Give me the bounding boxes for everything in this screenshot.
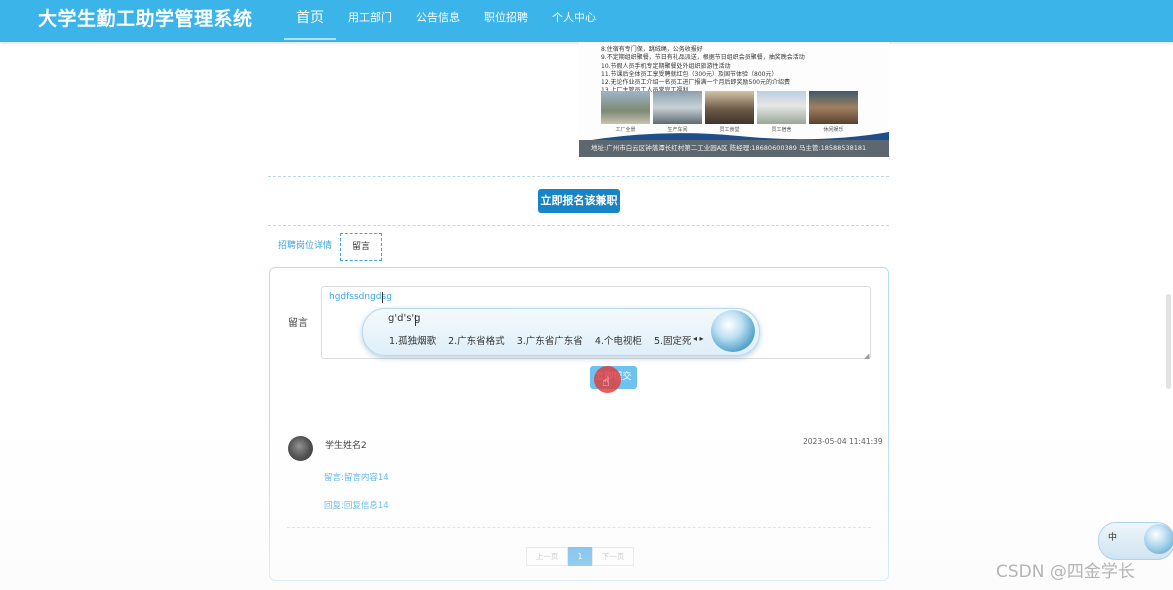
page-1-button[interactable]: 1: [568, 547, 592, 566]
comment-timestamp: 2023-05-04 11:41:39: [803, 437, 883, 446]
ime-candidate[interactable]: 5.固定死: [654, 336, 692, 347]
poster-captions: 工厂全景 生产车间 员工食堂 员工宿舍 休闲娱乐: [601, 126, 858, 133]
resize-handle-icon[interactable]: ◢: [864, 352, 869, 360]
site-title: 大学生勤工助学管理系统: [38, 8, 253, 30]
comment-message: 留言:留言内容14: [324, 473, 389, 483]
commenter-name: 学生姓名2: [325, 441, 367, 451]
pagination: 上一页 1 下一页: [526, 547, 634, 566]
ime-mode-label: 中: [1108, 533, 1118, 543]
nav-job-recruitment[interactable]: 职位招聘: [472, 0, 540, 40]
poster-photo-workshop: [653, 91, 702, 124]
poster-photo-canteen: [705, 91, 754, 124]
ime-candidate-window: [362, 308, 760, 356]
nav-departments[interactable]: 用工部门: [336, 0, 404, 40]
apply-now-button[interactable]: 立即报名该兼职: [538, 189, 620, 213]
main-nav: 首页 用工部门 公告信息 职位招聘 个人中心: [284, 0, 608, 42]
nav-announcements[interactable]: 公告信息: [404, 0, 472, 40]
ime-candidate[interactable]: 3.广东省广东省: [517, 336, 583, 347]
ime-candidate[interactable]: 1.孤独烟歌: [389, 336, 436, 347]
poster-line: 10.节假人员手机专定期聚餐处外组织旅游性活动: [601, 62, 731, 70]
message-field-label: 留言: [288, 318, 308, 329]
poster-caption: 休闲娱乐: [823, 127, 844, 133]
poster-photo-factory: [601, 91, 650, 124]
ime-candidate[interactable]: 2.广东省格式: [448, 336, 505, 347]
ime-status-orb-icon: [1144, 524, 1173, 554]
poster-caption: 员工宿舍: [771, 127, 792, 133]
divider: [268, 225, 889, 226]
ime-caret: [415, 315, 416, 326]
divider: [268, 176, 889, 177]
hand-cursor-icon: ☝: [602, 375, 610, 390]
poster-line: 11.节课后全体员工享受聘就红包（300元）及国节体验（800元）: [601, 70, 778, 78]
poster-caption: 生产车间: [667, 127, 688, 133]
divider: [287, 527, 871, 528]
ime-candidates: 1.孤独烟歌 2.广东省格式 3.广东省广东省 4.个电视柜 5.固定死: [389, 333, 701, 347]
poster-photo-dormitory: [757, 91, 806, 124]
job-poster-image: 8.住宿有专门保，跳绒绳，公务收报好 9.不定期组织聚餐，节日有礼品派送，根据节…: [579, 42, 889, 157]
text-caret: [382, 292, 383, 303]
poster-line: 9.不定期组织聚餐，节日有礼品派送，根据节日组织会员聚餐，抽奖晚会活动: [601, 54, 805, 62]
poster-caption: 员工食堂: [719, 127, 740, 133]
scrollbar-thumb[interactable]: [1166, 294, 1171, 389]
top-navbar: 大学生勤工助学管理系统 首页 用工部门 公告信息 职位招聘 个人中心: [0, 0, 1173, 42]
tab-messages[interactable]: 留言: [340, 233, 382, 261]
comment-reply: 回复:回复信息14: [324, 501, 389, 511]
avatar: [288, 436, 313, 461]
watermark: CSDN @四金学长: [996, 562, 1135, 582]
nav-personal-center[interactable]: 个人中心: [540, 0, 608, 40]
poster-caption: 工厂全景: [615, 127, 636, 133]
ime-skin-orb-icon: [711, 310, 755, 352]
nav-home[interactable]: 首页: [284, 0, 336, 40]
scrollbar[interactable]: [1163, 42, 1173, 590]
poster-photo-leisure: [809, 91, 858, 124]
poster-photos: [601, 91, 858, 124]
ime-page-arrows-icon[interactable]: ◂ ▸: [693, 334, 704, 343]
poster-text: 8.住宿有专门保，跳绒绳，公务收报好 9.不定期组织聚餐，节日有礼品派送，根据节…: [601, 46, 805, 96]
ime-candidate[interactable]: 4.个电视柜: [595, 336, 642, 347]
prev-page-button[interactable]: 上一页: [526, 547, 568, 566]
tab-job-details[interactable]: 招聘岗位详情: [278, 233, 332, 259]
poster-contact-footer: 地址:广州市白云区钟落潭长红村第二工业园A区 陈经理:18680600389 马…: [579, 140, 889, 157]
next-page-button[interactable]: 下一页: [592, 547, 634, 566]
